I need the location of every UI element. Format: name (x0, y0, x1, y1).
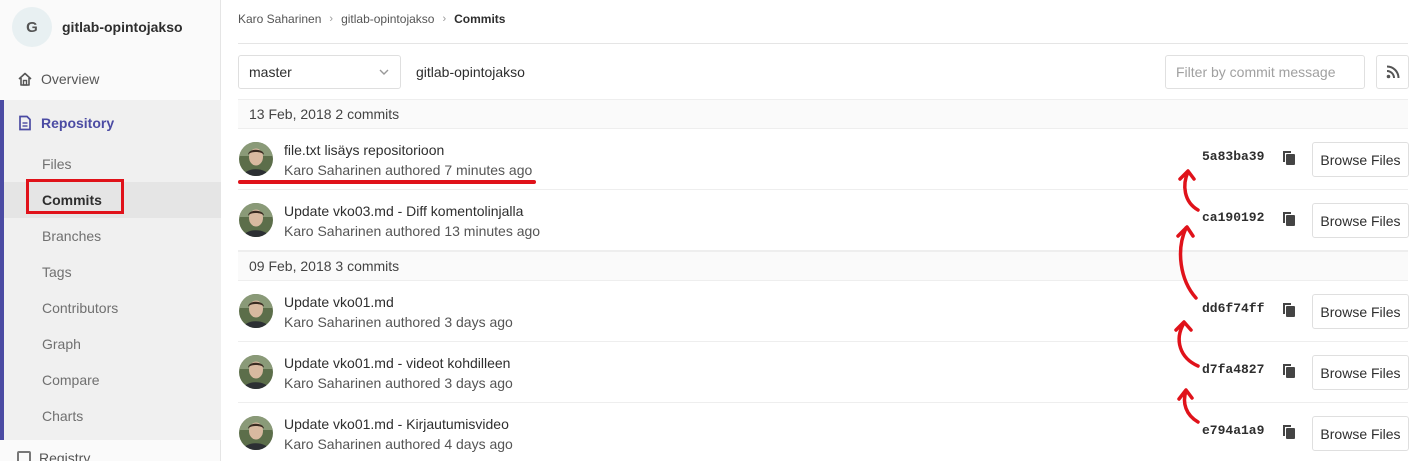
annotation-underline (238, 180, 536, 184)
commit-title[interactable]: Update vko03.md - Diff komentolinjalla (284, 203, 523, 219)
registry-icon (17, 451, 31, 461)
day-header: 09 Feb, 2018 3 commits (238, 251, 1408, 281)
avatar[interactable] (239, 355, 273, 389)
avatar[interactable] (239, 294, 273, 328)
project-avatar: G (12, 7, 52, 47)
commit-title[interactable]: Update vko01.md (284, 294, 394, 310)
commit-title[interactable]: file.txt lisäys repositorioon (284, 142, 444, 158)
commit-row: Update vko01.md Karo Saharinen authored … (238, 281, 1409, 342)
breadcrumb-link[interactable]: gitlab-opintojakso (341, 12, 434, 26)
breadcrumb: Karo Saharinen › gitlab-opintojakso › Co… (238, 12, 505, 26)
breadcrumb-link[interactable]: Karo Saharinen (238, 12, 321, 26)
commit-title[interactable]: Update vko01.md - videot kohdilleen (284, 355, 510, 371)
sidebar-item-graph[interactable]: Graph (4, 326, 221, 362)
home-icon (17, 71, 33, 87)
commit-row: Update vko01.md - videot kohdilleen Karo… (238, 342, 1409, 403)
document-icon (17, 115, 33, 131)
browse-files-button[interactable]: Browse Files (1312, 203, 1409, 238)
divider (238, 43, 1408, 44)
sidebar-item-files[interactable]: Files (4, 146, 221, 182)
browse-files-button[interactable]: Browse Files (1312, 294, 1409, 329)
sidebar: G gitlab-opintojakso Overview Repository… (0, 0, 221, 461)
day-header: 13 Feb, 2018 2 commits (238, 99, 1408, 129)
copy-icon[interactable] (1281, 210, 1297, 228)
commit-meta: Karo Saharinen authored 13 minutes ago (284, 223, 541, 239)
sidebar-item-overview[interactable]: Overview (0, 58, 221, 100)
sidebar-item-repository[interactable]: Repository (4, 100, 221, 146)
chevron-right-icon: › (329, 13, 334, 25)
commit-row: Update vko01.md - Kirjautumisvideo Karo … (238, 403, 1409, 461)
commit-meta: Karo Saharinen authored 3 days ago (284, 314, 513, 330)
copy-icon[interactable] (1281, 301, 1297, 319)
chevron-right-icon: › (442, 13, 447, 25)
sidebar-item-label: Repository (41, 115, 115, 131)
browse-files-button[interactable]: Browse Files (1312, 355, 1409, 390)
project-name: gitlab-opintojakso (62, 19, 183, 35)
sidebar-item-branches[interactable]: Branches (4, 218, 221, 254)
sidebar-item-charts[interactable]: Charts (4, 398, 221, 434)
sidebar-item-label: Registry (39, 450, 91, 461)
copy-icon[interactable] (1281, 362, 1297, 380)
commit-filter-input[interactable] (1165, 55, 1365, 89)
commit-meta: Karo Saharinen authored 7 minutes ago (284, 162, 533, 178)
avatar[interactable] (239, 142, 273, 176)
branch-dropdown[interactable]: master (238, 55, 401, 89)
commit-row: Update vko03.md - Diff komentolinjalla K… (238, 190, 1409, 251)
project-header[interactable]: G gitlab-opintojakso (12, 7, 183, 47)
sidebar-item-contributors[interactable]: Contributors (4, 290, 221, 326)
copy-icon[interactable] (1281, 149, 1297, 167)
rss-button[interactable] (1376, 55, 1409, 89)
sidebar-item-registry[interactable]: Registry (17, 450, 207, 461)
avatar[interactable] (239, 416, 273, 450)
browse-files-button[interactable]: Browse Files (1312, 142, 1409, 177)
commit-title[interactable]: Update vko01.md - Kirjautumisvideo (284, 416, 509, 432)
sidebar-item-label: Overview (41, 71, 100, 87)
sidebar-section-repository: Repository Files Commits Branches Tags C… (0, 100, 221, 440)
avatar[interactable] (239, 203, 273, 237)
browse-files-button[interactable]: Browse Files (1312, 416, 1409, 451)
annotation-highlight-box (26, 179, 124, 214)
copy-icon[interactable] (1281, 423, 1297, 441)
annotation-arrows (1174, 169, 1200, 424)
commit-meta: Karo Saharinen authored 3 days ago (284, 375, 513, 391)
breadcrumb-current[interactable]: Commits (454, 12, 505, 26)
sidebar-item-tags[interactable]: Tags (4, 254, 221, 290)
commit-meta: Karo Saharinen authored 4 days ago (284, 436, 513, 452)
rss-icon (1386, 65, 1399, 79)
chevron-down-icon (379, 69, 389, 75)
repository-path: gitlab-opintojakso (416, 64, 525, 80)
sidebar-item-compare[interactable]: Compare (4, 362, 221, 398)
branch-dropdown-value: master (249, 64, 292, 80)
